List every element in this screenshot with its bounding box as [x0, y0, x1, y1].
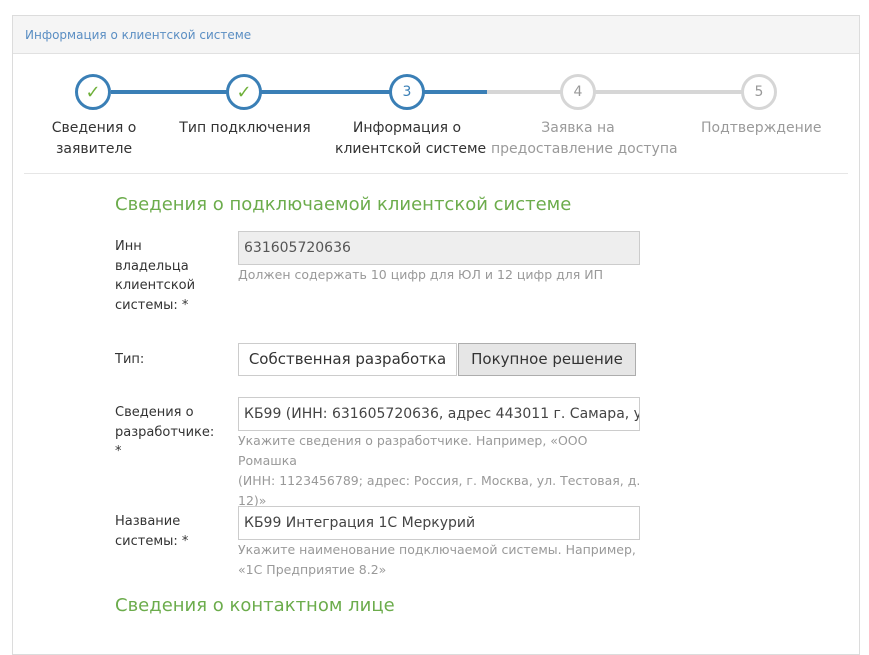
developer-input[interactable]: КБ99 (ИНН: 631605720636, адрес 443011 г.… — [238, 397, 640, 431]
progress-steps: ✓ ✓ 3 4 5 Сведения о заявителе Тип подкл… — [13, 54, 859, 174]
type-label: Тип: — [115, 352, 145, 367]
progress-line-done — [111, 90, 487, 94]
step-4-label: Заявка на предоставление доступа — [491, 120, 678, 157]
step-4-circle: 4 — [560, 74, 596, 110]
step-5-circle: 5 — [741, 74, 777, 110]
system-name-input[interactable]: КБ99 Интеграция 1С Меркурий — [238, 506, 640, 540]
section-title-contact-person: Сведения о контактном лице — [115, 595, 395, 616]
step-2-label: Тип подключения — [179, 120, 311, 136]
developer-label: Сведения о разработчике: * — [115, 405, 215, 459]
developer-hint: Укажите сведения о разработчике. Наприме… — [238, 433, 641, 508]
divider — [24, 173, 848, 174]
own-development-button[interactable]: Собственная разработка — [238, 343, 457, 376]
client-system-panel: Информация о клиентской системе ✓ ✓ 3 4 … — [12, 15, 860, 655]
step-5-label: Подтверждение — [701, 120, 822, 136]
section-title-client-system: Сведения о подключаемой клиентской систе… — [115, 194, 572, 215]
step-3-label: Информация о клиентской системе — [335, 120, 487, 157]
inn-label: Инн владельца клиентской системы: * — [115, 239, 196, 313]
step-2-circle: ✓ — [226, 74, 262, 110]
step-3-circle: 3 — [389, 74, 425, 110]
inn-hint: Должен содержать 10 цифр для ЮЛ и 12 циф… — [238, 267, 604, 282]
system-name-label: Название системы: * — [115, 514, 189, 549]
purchased-solution-button[interactable]: Покупное решение — [458, 343, 636, 376]
inn-input[interactable]: 631605720636 — [238, 231, 640, 265]
check-icon: ✓ — [85, 82, 101, 103]
step-1-label: Сведения о заявителе — [51, 120, 137, 157]
check-icon: ✓ — [236, 82, 252, 103]
system-name-hint: Укажите наименование подключаемой систем… — [238, 542, 636, 577]
panel-title: Информация о клиентской системе — [13, 16, 859, 54]
step-1-circle: ✓ — [75, 74, 111, 110]
progress-line-todo — [487, 90, 761, 94]
